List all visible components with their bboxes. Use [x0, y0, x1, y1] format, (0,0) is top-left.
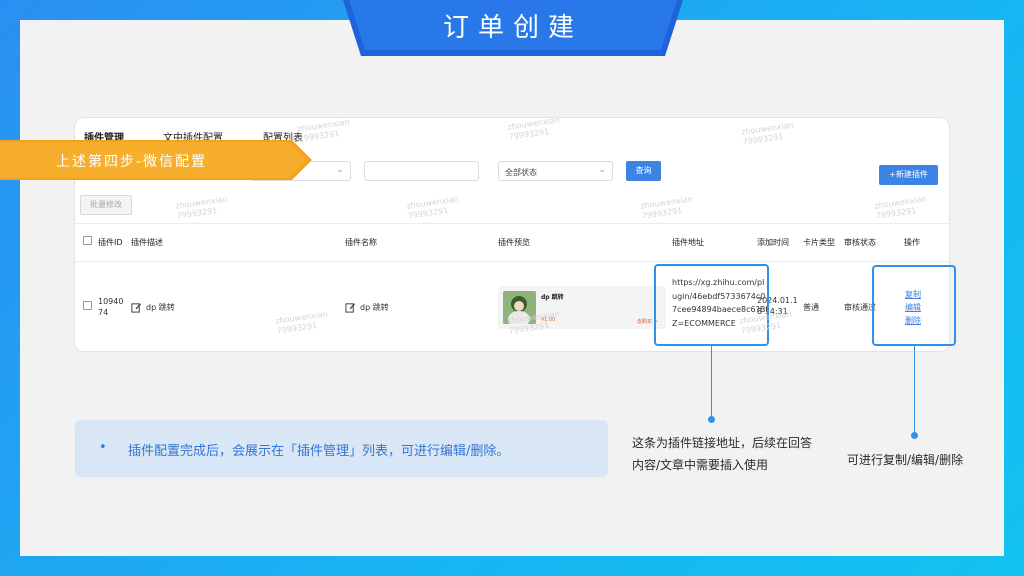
- header-card-type: 卡片类型: [803, 238, 835, 247]
- search-input[interactable]: [364, 161, 479, 181]
- edit-icon[interactable]: [345, 302, 356, 313]
- header-added-time: 添加时间: [757, 238, 789, 247]
- bullet-icon: •: [99, 440, 107, 455]
- actions-pointer-dot: [911, 432, 918, 439]
- actions-callout-text: 可进行复制/编辑/删除: [847, 453, 964, 467]
- header-plugin-name: 插件名称: [345, 238, 377, 247]
- page-title: 订单创建: [442, 13, 583, 43]
- url-pointer-dot: [708, 416, 715, 423]
- step-ribbon: 上述第四步-微信配置: [0, 140, 312, 180]
- cell-card-type: 普通: [803, 303, 819, 312]
- query-button[interactable]: 查询: [626, 161, 661, 181]
- preview-price: ¥1.00: [541, 317, 556, 323]
- header-plugin-id: 插件ID: [98, 238, 123, 247]
- row-checkbox[interactable]: [83, 301, 92, 310]
- url-pointer-line: [711, 346, 712, 418]
- header-review-status: 审核状态: [844, 238, 876, 247]
- divider: [75, 223, 949, 224]
- step-label: 上述第四步-微信配置: [56, 154, 208, 170]
- header-plugin-description: 插件描述: [131, 238, 163, 247]
- cell-plugin-name: dp 跳转: [360, 303, 389, 312]
- chevron-down-icon: ⌄: [598, 165, 606, 175]
- cell-plugin-id: 1094074: [98, 297, 124, 317]
- url-highlight-box: [654, 264, 769, 346]
- actions-pointer-line: [914, 346, 915, 434]
- chevron-down-icon: ⌄: [336, 165, 344, 175]
- cell-plugin-description: dp 跳转: [146, 303, 175, 312]
- url-callout-text: 这条为插件链接地址，后续在回答内容/文章中需要插入使用: [632, 436, 813, 472]
- new-plugin-button[interactable]: +新建插件: [879, 165, 938, 185]
- preview-title: dp 跳转: [541, 294, 564, 301]
- header-plugin-preview: 插件预览: [498, 238, 530, 247]
- header-plugin-url: 插件地址: [672, 238, 704, 247]
- actions-highlight-box: [872, 265, 956, 346]
- product-thumbnail-image: [503, 291, 536, 324]
- select-all-checkbox[interactable]: [83, 236, 92, 245]
- batch-edit-button[interactable]: 批量修改: [80, 195, 132, 215]
- status-select-value: 全部状态: [505, 168, 537, 177]
- edit-icon[interactable]: [131, 302, 142, 313]
- divider: [75, 261, 949, 262]
- status-select[interactable]: 全部状态 ⌄: [498, 161, 613, 181]
- note-text: 插件配置完成后，会展示在「插件管理」列表，可进行编辑/删除。: [128, 444, 510, 459]
- header-actions: 操作: [904, 238, 920, 247]
- title-banner: 订单创建: [343, 0, 683, 58]
